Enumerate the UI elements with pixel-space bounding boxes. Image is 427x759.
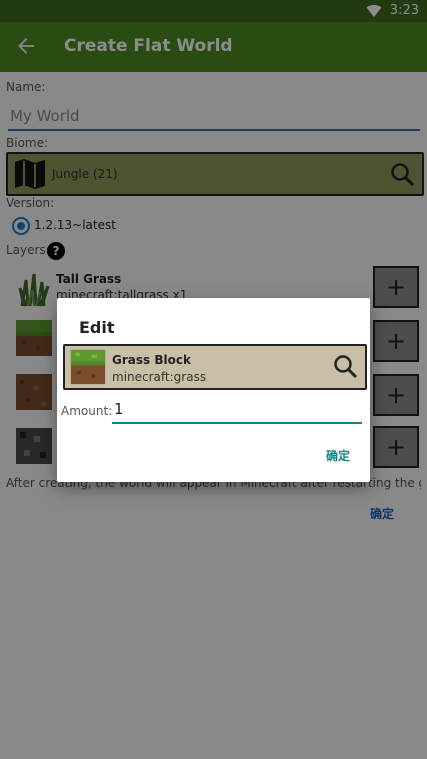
- dialog-ok-button[interactable]: 确定: [326, 447, 350, 464]
- search-icon[interactable]: [333, 354, 359, 380]
- amount-input[interactable]: 1: [112, 400, 362, 424]
- dialog-title: Edit: [79, 318, 115, 337]
- block-selector[interactable]: Grass Block minecraft:grass: [63, 344, 367, 390]
- edit-dialog: Edit Grass Block minecraft:grass Amount:…: [57, 298, 370, 482]
- block-id: minecraft:grass: [112, 370, 207, 384]
- grass-block-icon: [70, 349, 106, 385]
- block-title: Grass Block: [112, 353, 191, 367]
- amount-label: Amount:: [61, 404, 113, 418]
